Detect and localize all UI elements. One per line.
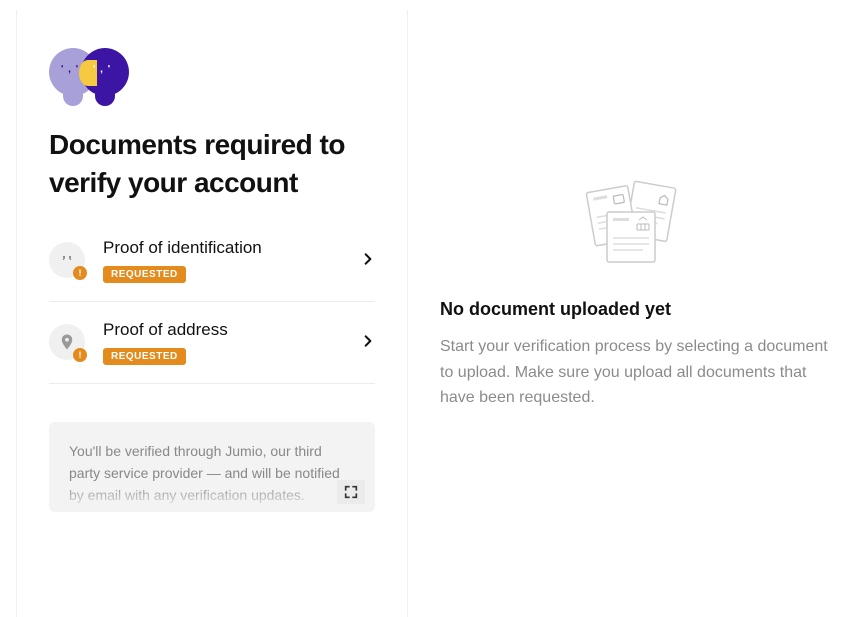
- document-item-identification[interactable]: ! Proof of identification REQUESTED: [49, 238, 375, 301]
- empty-state-title: No document uploaded yet: [440, 299, 828, 320]
- avatar-illustration: ' , ' ' , ': [49, 48, 375, 96]
- doc-content: Proof of identification REQUESTED: [103, 238, 361, 283]
- alert-badge-icon: !: [73, 266, 87, 280]
- right-panel: No document uploaded yet Start your veri…: [408, 10, 860, 617]
- chevron-right-icon: [361, 249, 375, 272]
- document-item-address[interactable]: ! Proof of address REQUESTED: [49, 301, 375, 383]
- left-panel: ' , ' ' , ' Documents required to verify…: [16, 10, 408, 617]
- doc-content: Proof of address REQUESTED: [103, 320, 361, 365]
- page-title: Documents required to verify your accoun…: [49, 126, 375, 202]
- alert-badge-icon: !: [73, 348, 87, 362]
- status-badge: REQUESTED: [103, 348, 186, 365]
- doc-icon-wrapper: !: [49, 242, 85, 278]
- info-box: You'll be verified through Jumio, our th…: [49, 422, 375, 512]
- empty-state-text: Start your verification process by selec…: [440, 334, 828, 411]
- info-text: You'll be verified through Jumio, our th…: [69, 443, 340, 504]
- status-badge: REQUESTED: [103, 266, 186, 283]
- doc-title: Proof of identification: [103, 238, 361, 258]
- expand-icon[interactable]: [337, 480, 365, 504]
- doc-icon-wrapper: !: [49, 324, 85, 360]
- avatar-right-icon: ' , ': [81, 48, 129, 96]
- main-container: ' , ' ' , ' Documents required to verify…: [0, 0, 860, 617]
- document-list: ! Proof of identification REQUESTED: [49, 238, 375, 384]
- chevron-right-icon: [361, 331, 375, 354]
- documents-illustration-icon: [579, 180, 689, 275]
- doc-title: Proof of address: [103, 320, 361, 340]
